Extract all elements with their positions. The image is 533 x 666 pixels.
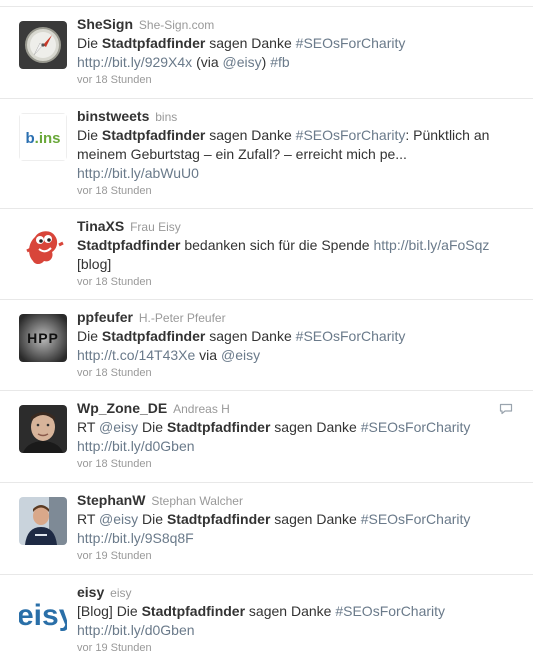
screen-name[interactable]: eisy	[77, 584, 104, 600]
avatar[interactable]	[19, 405, 67, 453]
tweet-text: Die Stadtpfadfinder sagen Danke #SEOsFor…	[77, 327, 523, 365]
highlight-term: Stadtpfadfinder	[141, 603, 246, 619]
avatar[interactable]	[19, 221, 67, 269]
avatar[interactable]: HPP	[19, 314, 67, 362]
text-segment: Die	[138, 419, 167, 435]
text-segment: Die	[77, 127, 102, 143]
highlight-term: Stadtpfadfinder	[101, 328, 206, 344]
text-segment: (via	[192, 54, 223, 70]
avatar[interactable]	[19, 21, 67, 69]
tweet-text: Die Stadtpfadfinder sagen Danke #SEOsFor…	[77, 34, 523, 72]
highlight-term: Stadtpfadfinder	[77, 237, 181, 253]
tweet-link[interactable]: #SEOsForCharity	[296, 127, 406, 143]
tweet-link[interactable]: @eisy	[221, 347, 260, 363]
tweet-link[interactable]: @eisy	[99, 419, 138, 435]
tweet-link[interactable]: @eisy	[99, 511, 138, 527]
text-segment: [blog]	[77, 256, 112, 272]
person-photo	[19, 405, 67, 453]
tweet-link[interactable]: http://bit.ly/aFoSqz	[373, 237, 489, 253]
timestamp[interactable]: vor 18 Stunden	[77, 457, 523, 472]
full-name: She-Sign.com	[138, 18, 215, 32]
reply-icon[interactable]	[499, 403, 513, 415]
text-segment: sagen Danke	[205, 127, 296, 143]
tweet-item[interactable]: SheSign She-Sign.com Die Stadtpfadfinder…	[0, 6, 533, 97]
tweet-link[interactable]: #SEOsForCharity	[296, 35, 406, 51]
tweet-link[interactable]: http://bit.ly/d0Gben	[77, 438, 195, 454]
full-name: eisy	[110, 586, 132, 600]
tweet-text: [Blog] Die Stadtpfadfinder sagen Danke #…	[77, 602, 523, 640]
avatar[interactable]: b.ins	[19, 113, 67, 161]
tweet-text: Die Stadtpfadfinder sagen Danke #SEOsFor…	[77, 126, 523, 183]
person-photo	[19, 497, 67, 545]
text-segment: bedanken sich für die Spende	[180, 237, 374, 253]
full-name: Stephan Walcher	[151, 494, 243, 508]
tweet-link[interactable]: #SEOsForCharity	[361, 511, 471, 527]
tweet-link[interactable]: #SEOsForCharity	[296, 328, 406, 344]
svg-text:eisy: eisy	[19, 599, 67, 632]
timestamp[interactable]: vor 18 Stunden	[77, 366, 523, 381]
tweet-text: RT @eisy Die Stadtpfadfinder sagen Danke…	[77, 418, 523, 456]
full-name: Frau Eisy	[130, 220, 181, 234]
text-segment: sagen Danke	[205, 328, 296, 344]
avatar[interactable]	[19, 497, 67, 545]
text-segment: Die	[138, 511, 167, 527]
highlight-term: Stadtpfadfinder	[166, 511, 271, 527]
tweet-item[interactable]: HPP ppfeufer H.-Peter Pfeufer Die Stadtp…	[0, 299, 533, 390]
timestamp[interactable]: vor 19 Stunden	[77, 549, 523, 564]
tweet-link[interactable]: http://bit.ly/abWuU0	[77, 165, 199, 181]
screen-name[interactable]: StephanW	[77, 492, 145, 508]
timestamp[interactable]: vor 18 Stunden	[77, 184, 523, 199]
tweet-link[interactable]: http://bit.ly/d0Gben	[77, 622, 195, 638]
tweet-link[interactable]: #SEOsForCharity	[335, 603, 445, 619]
screen-name[interactable]: ppfeufer	[77, 309, 133, 325]
text-segment: sagen Danke	[270, 419, 361, 435]
text-segment: via	[195, 347, 221, 363]
tweet-item[interactable]: StephanW Stephan Walcher RT @eisy Die St…	[0, 482, 533, 573]
text-segment: Die	[77, 35, 102, 51]
text-segment: sagen Danke	[205, 35, 296, 51]
tweet-feed: SheSign She-Sign.com Die Stadtpfadfinder…	[0, 0, 533, 666]
avatar[interactable]: eisy	[19, 589, 67, 637]
tweet-link[interactable]: #SEOsForCharity	[361, 419, 471, 435]
svg-text:b.ins: b.ins	[25, 130, 60, 147]
text-segment: RT	[77, 511, 100, 527]
compass-icon	[19, 21, 67, 69]
bins-logo: b.ins	[19, 113, 67, 161]
text-segment: sagen Danke	[270, 511, 361, 527]
text-segment: )	[261, 54, 271, 70]
tweet-link[interactable]: @eisy	[223, 54, 262, 70]
screen-name[interactable]: Wp_Zone_DE	[77, 400, 167, 416]
full-name: Andreas H	[173, 402, 230, 416]
red-monster-icon	[19, 221, 67, 269]
tweet-text: Stadtpfadfinder bedanken sich für die Sp…	[77, 236, 523, 274]
timestamp[interactable]: vor 18 Stunden	[77, 275, 523, 290]
highlight-term: Stadtpfadfinder	[166, 419, 271, 435]
text-segment: [Blog] Die	[77, 603, 142, 619]
tweet-link[interactable]: http://bit.ly/9S8q8F	[77, 530, 194, 546]
highlight-term: Stadtpfadfinder	[101, 127, 206, 143]
tweet-item[interactable]: b.ins binstweets bins Die Stadtpfadfinde…	[0, 98, 533, 197]
full-name: bins	[155, 110, 178, 124]
full-name: H.-Peter Pfeufer	[138, 311, 226, 325]
tweet-text: RT @eisy Die Stadtpfadfinder sagen Danke…	[77, 510, 523, 548]
tweet-item[interactable]: eisy eisy eisy [Blog] Die Stadtpfadfinde…	[0, 574, 533, 666]
tweet-link[interactable]: #fb	[270, 54, 289, 70]
screen-name[interactable]: TinaXS	[77, 218, 124, 234]
tweet-item[interactable]: Wp_Zone_DE Andreas H RT @eisy Die Stadtp…	[0, 390, 533, 481]
tweet-item[interactable]: TinaXS Frau Eisy Stadtpfadfinder bedanke…	[0, 208, 533, 299]
tweet-link[interactable]: http://t.co/14T43Xe	[77, 347, 195, 363]
screen-name[interactable]: SheSign	[77, 16, 133, 32]
text-segment: Die	[77, 328, 102, 344]
hpp-logo: HPP	[19, 314, 67, 362]
eisy-logo: eisy	[19, 589, 67, 637]
timestamp[interactable]: vor 18 Stunden	[77, 73, 523, 88]
svg-text:HPP: HPP	[27, 330, 59, 346]
text-segment: sagen Danke	[245, 603, 336, 619]
text-segment: RT	[77, 419, 100, 435]
highlight-term: Stadtpfadfinder	[101, 35, 206, 51]
tweet-link[interactable]: http://bit.ly/929X4x	[77, 54, 192, 70]
timestamp[interactable]: vor 19 Stunden	[77, 641, 523, 656]
screen-name[interactable]: binstweets	[77, 108, 149, 124]
